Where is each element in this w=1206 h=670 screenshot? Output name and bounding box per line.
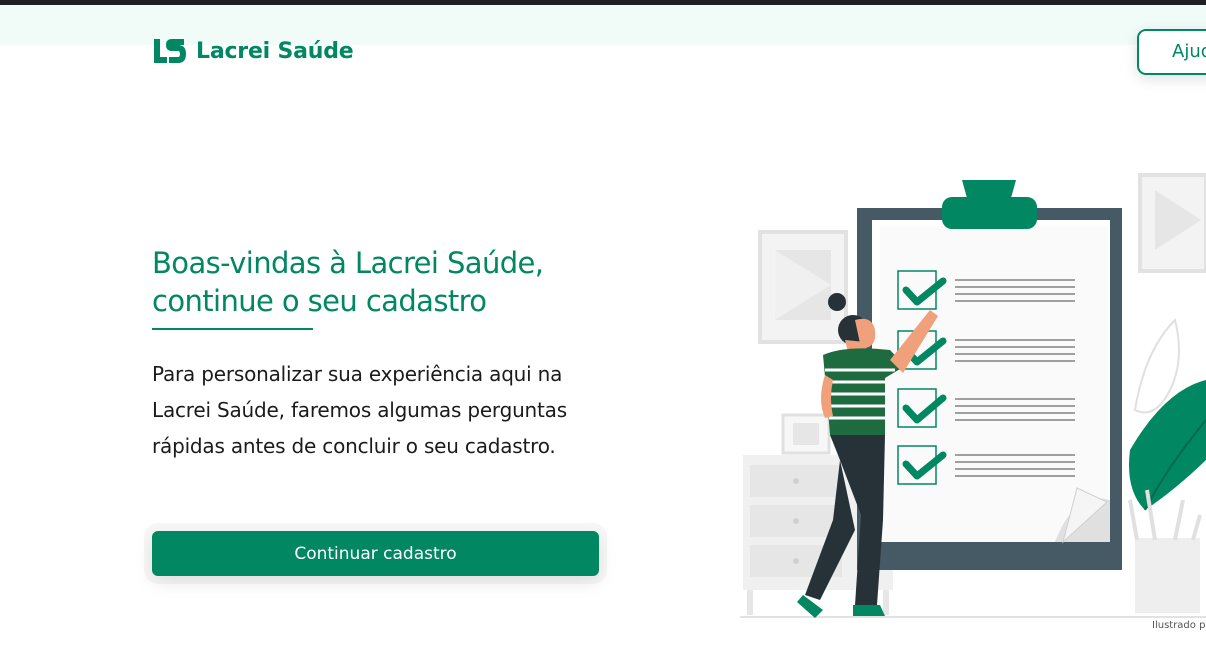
title-underline [152,328,313,330]
lacrei-logo-icon [154,39,186,63]
help-button[interactable]: Ajuda [1137,29,1206,75]
illustration-credit[interactable]: Ilustrado por [1152,620,1206,631]
brand-name: Lacrei Saúde [196,38,354,64]
page-description: Para personalizar sua experiência aqui n… [152,362,567,458]
page-title: Boas-vindas à Lacrei Saúde, continue o s… [152,246,544,318]
brand-logo[interactable]: Lacrei Saúde [152,37,354,65]
clipboard-checklist-illustration [740,173,1206,618]
continue-registration-button[interactable]: Continuar cadastro [152,531,599,576]
